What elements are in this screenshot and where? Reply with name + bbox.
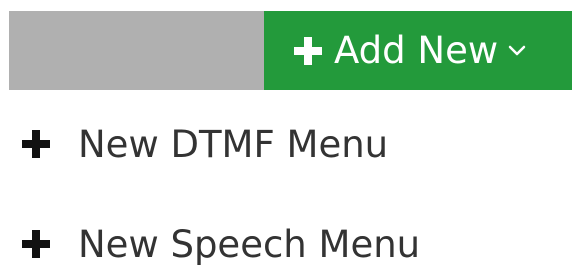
menu-item-new-dtmf-menu[interactable]: New DTMF Menu [0,116,572,172]
add-new-menu: New DTMF Menu New Speech Menu [0,90,572,272]
menu-item-label: New Speech Menu [78,222,421,266]
menu-item-new-speech-menu[interactable]: New Speech Menu [0,216,572,272]
plus-icon [20,128,52,160]
toolbar-gray-area [9,11,264,90]
chevron-down-icon [508,42,526,60]
plus-icon [292,35,324,67]
plus-icon [20,228,52,260]
toolbar: Add New [9,11,572,90]
add-new-button[interactable]: Add New [264,11,572,90]
add-new-label: Add New [334,29,499,72]
menu-item-label: New DTMF Menu [78,122,389,166]
